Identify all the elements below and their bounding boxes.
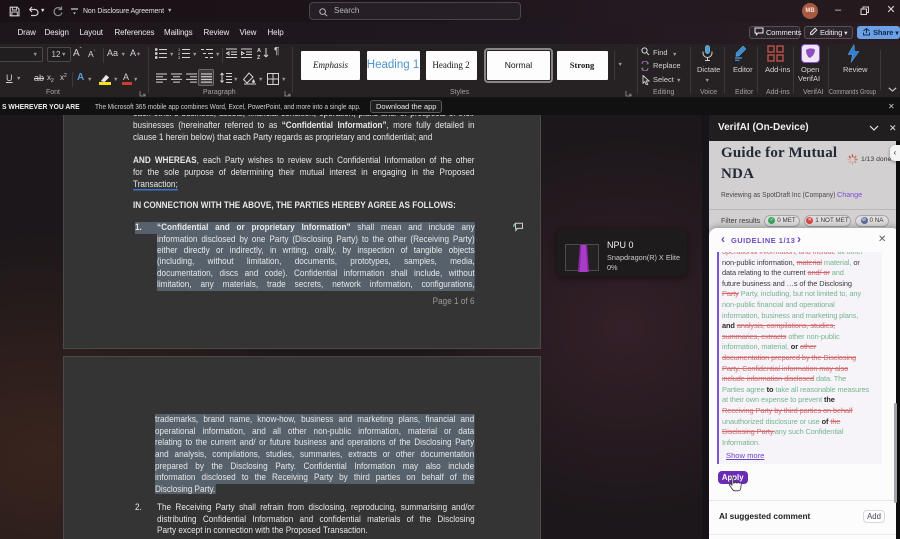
svg-text:Z: Z [257, 55, 261, 59]
svg-text:3: 3 [178, 55, 181, 59]
svg-text:A: A [257, 48, 261, 54]
